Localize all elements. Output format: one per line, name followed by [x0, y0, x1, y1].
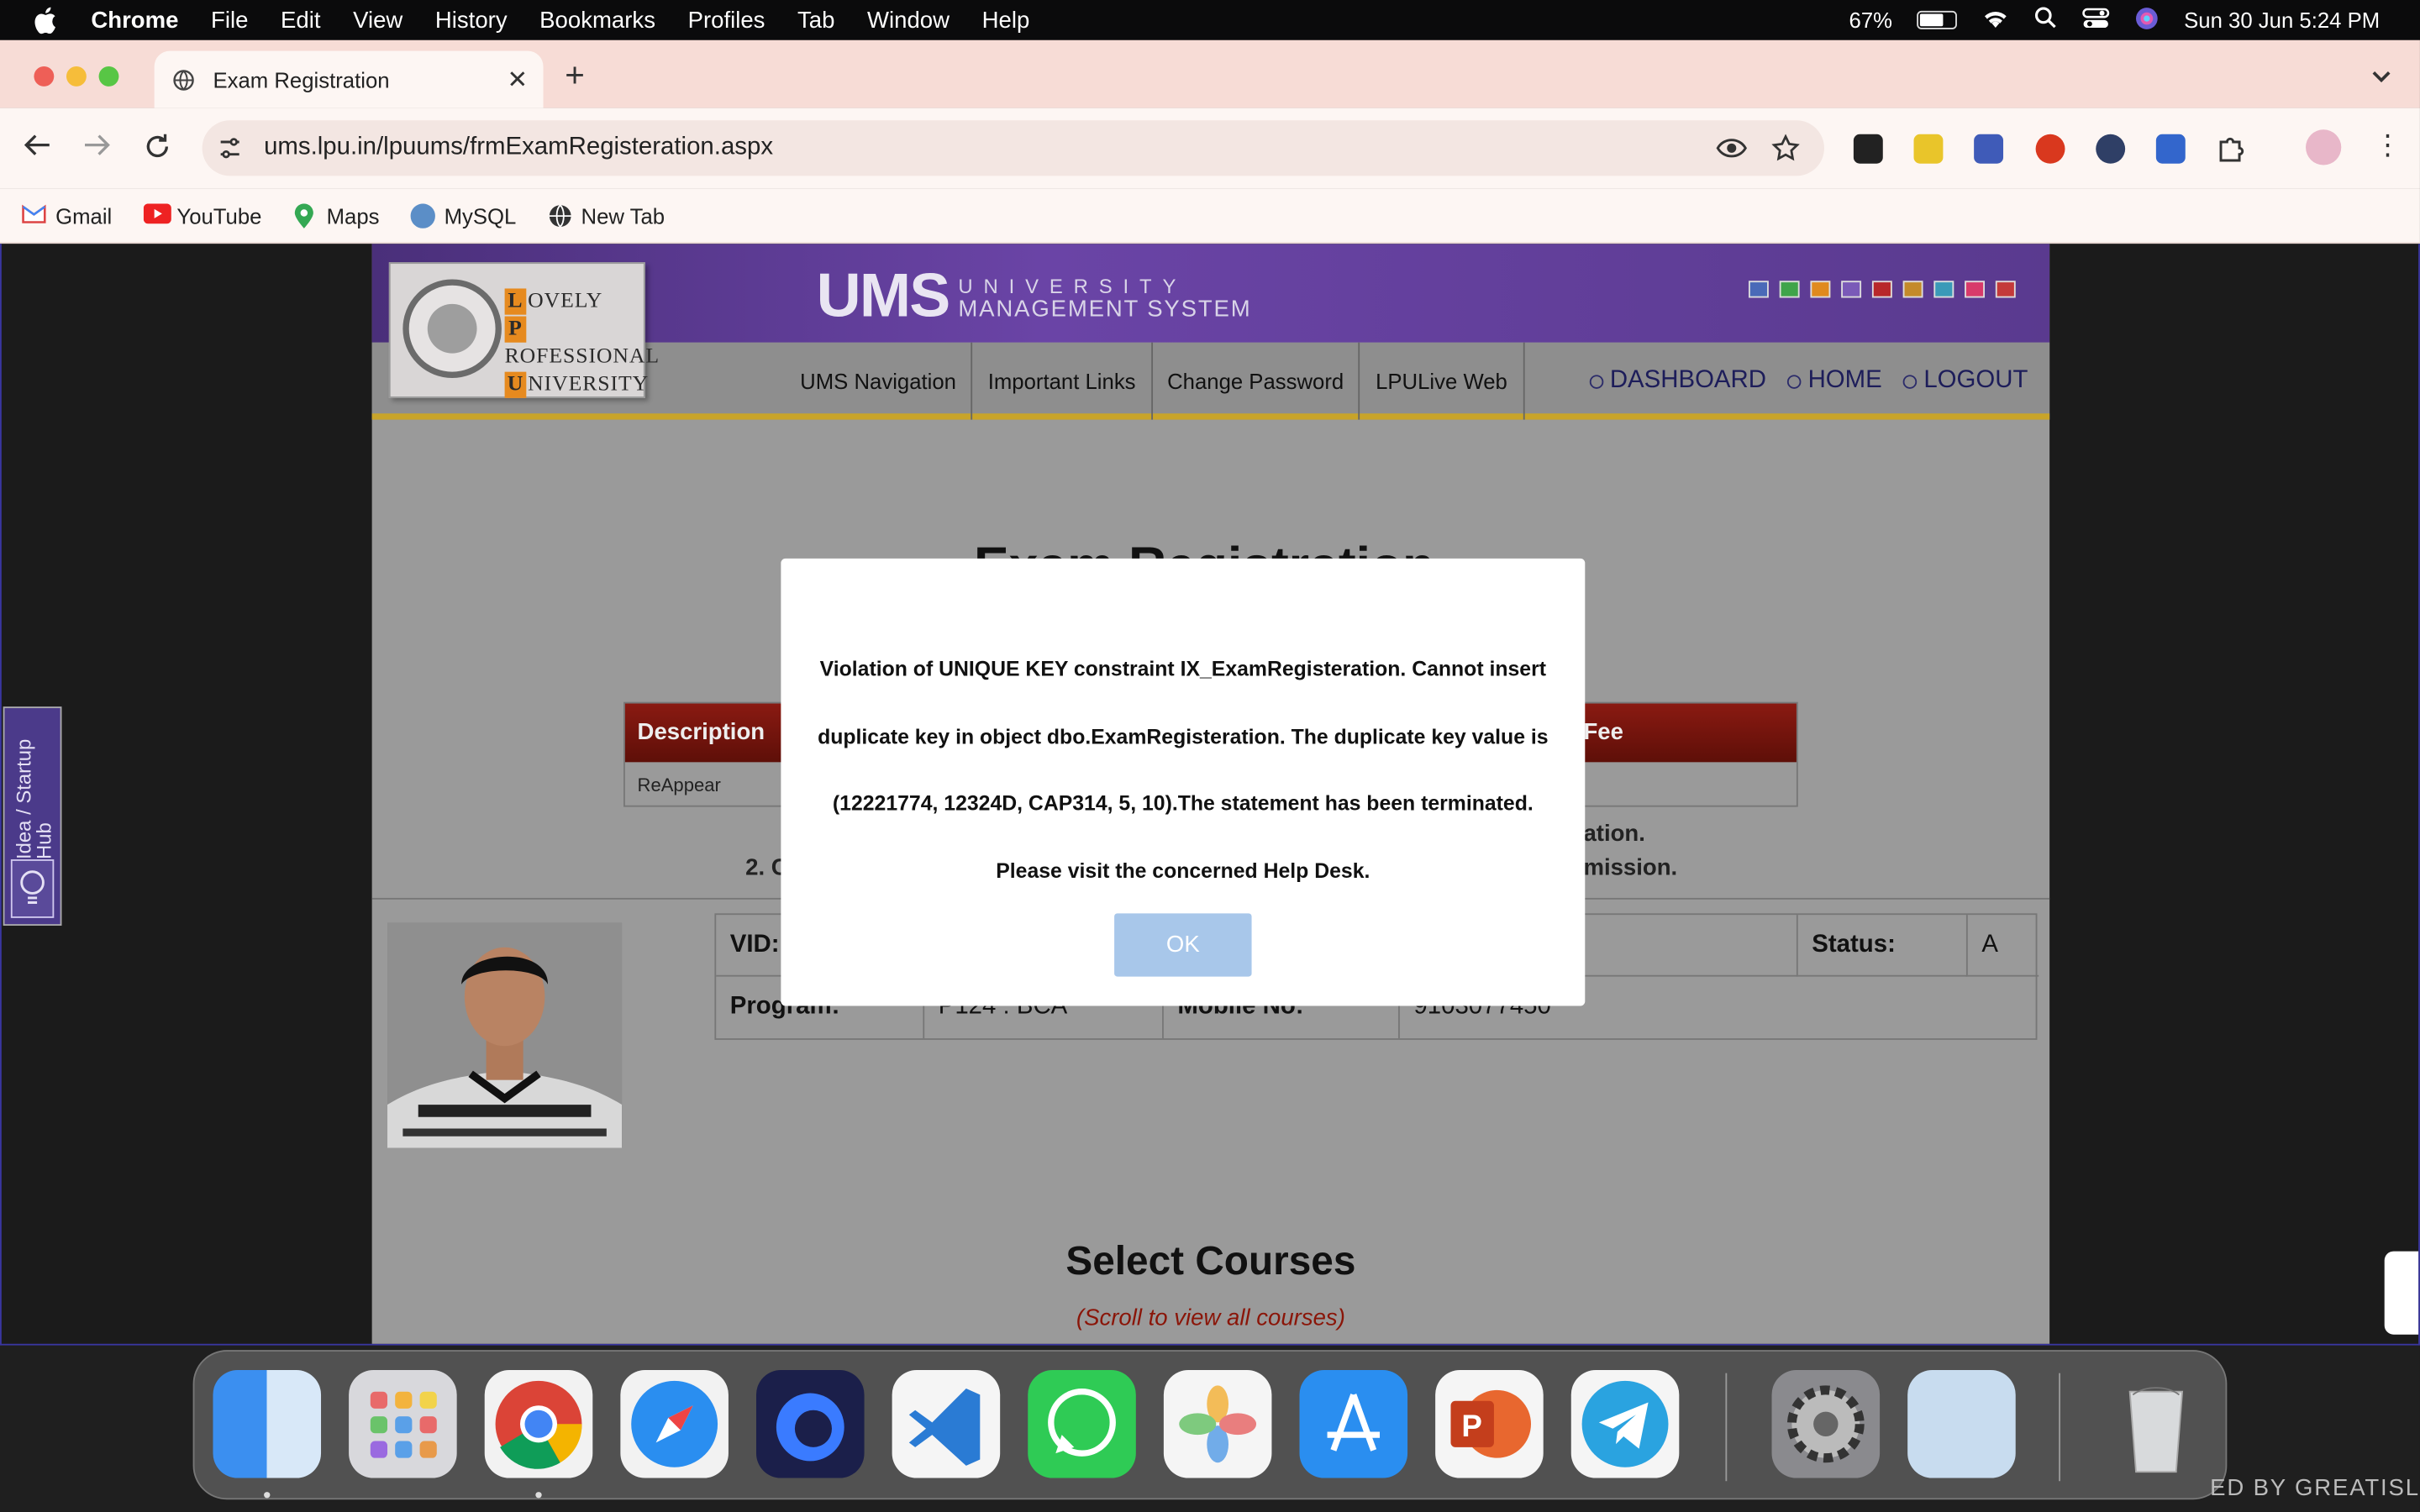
menu-window[interactable]: Window — [867, 7, 950, 33]
powerpoint-icon[interactable]: P — [1435, 1369, 1544, 1478]
siri-icon[interactable] — [2134, 5, 2159, 34]
launchpad-icon[interactable] — [349, 1369, 457, 1478]
photos-icon[interactable] — [1163, 1369, 1272, 1478]
battery-icon[interactable] — [1917, 10, 1958, 29]
extension-icon-4[interactable] — [2035, 134, 2065, 164]
battery-percent: 67% — [1849, 8, 1893, 33]
tab-search-chevron-icon[interactable] — [2365, 59, 2398, 92]
browser-toolbar: ums.lpu.in/lpuums/frmExamRegisteration.a… — [0, 108, 2420, 189]
finder-icon[interactable] — [213, 1369, 322, 1478]
firefox-icon[interactable] — [755, 1369, 865, 1478]
vscode-icon[interactable] — [892, 1369, 1001, 1478]
gmail-icon — [22, 203, 46, 228]
system-settings-gear-icon[interactable] — [1771, 1369, 1881, 1478]
menu-view[interactable]: View — [353, 7, 402, 33]
zoom-window-button[interactable] — [98, 66, 119, 87]
bookmarks-bar: Gmail YouTube Maps MySQL New Tab — [0, 188, 2420, 244]
spotlight-search-icon[interactable] — [2034, 6, 2058, 34]
more-menu-icon[interactable]: ⋮ — [2374, 129, 2402, 162]
site-info-icon[interactable] — [218, 136, 242, 169]
minimize-window-button[interactable] — [66, 66, 87, 87]
tab-title: Exam Registration — [213, 66, 390, 92]
menu-profiles[interactable]: Profiles — [688, 7, 765, 33]
menu-edit[interactable]: Edit — [281, 7, 320, 33]
mac-menubar: Chrome File Edit View History Bookmarks … — [0, 0, 2420, 40]
preview-icon[interactable] — [1907, 1369, 2016, 1478]
control-center-icon[interactable] — [2082, 7, 2110, 33]
modal-overlay: Violation of UNIQUE KEY constraint IX_Ex… — [2, 244, 2418, 1344]
trash-icon[interactable] — [2102, 1370, 2211, 1478]
apple-icon[interactable] — [33, 6, 60, 34]
watermark-text: ED BY GREATISLA — [2210, 1474, 2420, 1502]
chrome-icon[interactable] — [484, 1369, 593, 1478]
forward-arrow-icon[interactable] — [83, 133, 111, 165]
bookmark-star-icon[interactable] — [1771, 134, 1800, 170]
globe-icon — [547, 203, 571, 228]
bookmark-gmail[interactable]: Gmail — [22, 203, 112, 228]
bookmark-new-tab[interactable]: New Tab — [547, 203, 665, 228]
window-controls — [34, 66, 119, 87]
menu-history[interactable]: History — [435, 7, 508, 33]
reload-icon[interactable] — [144, 133, 171, 168]
web-viewport: UMS UNIVERSITY MANAGEMENT SYSTEM UMS Navi… — [0, 244, 2420, 1346]
globe-icon — [173, 69, 195, 91]
telegram-icon[interactable] — [1570, 1369, 1680, 1478]
menu-tab[interactable]: Tab — [797, 7, 834, 33]
extension-icon-6[interactable] — [2155, 134, 2186, 164]
clock[interactable]: Sun 30 Jun 5:24 PM — [2184, 8, 2380, 32]
app-store-icon[interactable] — [1299, 1369, 1408, 1478]
error-message: Violation of UNIQUE KEY constraint IX_Ex… — [818, 657, 1549, 882]
extension-icon-5[interactable] — [2096, 134, 2126, 164]
error-dialog: Violation of UNIQUE KEY constraint IX_Ex… — [781, 558, 1586, 1006]
browser-tabstrip: Exam Registration ✕ + — [0, 39, 2420, 108]
url-text[interactable]: ums.lpu.in/lpuums/frmExamRegisteration.a… — [264, 134, 773, 162]
tab-exam-registration[interactable]: Exam Registration ✕ — [154, 50, 544, 108]
extensions-puzzle-icon[interactable] — [2217, 133, 2248, 171]
extension-icon-2[interactable] — [1913, 134, 1944, 164]
bookmark-youtube[interactable]: YouTube — [143, 202, 261, 228]
menubar-status: 67% Sun 30 Jun 5:24 PM — [1849, 0, 2380, 40]
menu-app-name[interactable]: Chrome — [91, 7, 178, 33]
mac-dock: P — [192, 1350, 2228, 1500]
new-tab-button[interactable]: + — [565, 55, 585, 96]
bookmark-maps[interactable]: Maps — [292, 202, 379, 228]
bookmark-mysql[interactable]: MySQL — [410, 202, 516, 228]
close-window-button[interactable] — [34, 66, 55, 87]
menu-help[interactable]: Help — [982, 7, 1030, 33]
ok-button[interactable]: OK — [1114, 913, 1252, 977]
youtube-icon — [143, 202, 171, 228]
address-bar[interactable]: ums.lpu.in/lpuums/frmExamRegisteration.a… — [202, 120, 1824, 176]
safari-icon[interactable] — [620, 1369, 729, 1478]
menu-file[interactable]: File — [211, 7, 248, 33]
whatsapp-icon[interactable] — [1028, 1369, 1136, 1478]
svg-text:P: P — [1461, 1409, 1482, 1443]
back-arrow-icon[interactable] — [24, 133, 51, 165]
maps-pin-icon — [292, 202, 317, 228]
wifi-icon[interactable] — [1982, 7, 2010, 33]
tab-close-icon[interactable]: ✕ — [508, 64, 529, 95]
menu-bookmarks[interactable]: Bookmarks — [539, 7, 655, 33]
mysql-icon — [410, 202, 435, 228]
extension-icon-3[interactable] — [1974, 134, 2004, 164]
extension-icon-1[interactable] — [1853, 134, 1883, 164]
profile-avatar[interactable] — [2306, 129, 2342, 165]
screen: Chrome File Edit View History Bookmarks … — [0, 0, 2420, 1512]
eye-icon[interactable] — [1716, 134, 1748, 170]
